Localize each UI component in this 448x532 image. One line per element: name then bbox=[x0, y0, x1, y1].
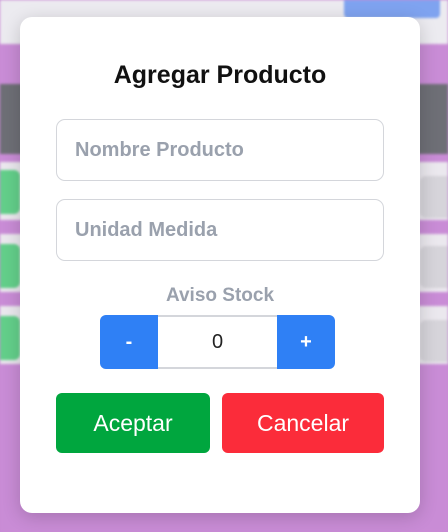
background-side-control bbox=[420, 246, 448, 288]
modal-title: Agregar Producto bbox=[113, 61, 327, 89]
accept-button[interactable]: Aceptar bbox=[56, 393, 210, 453]
product-name-input[interactable] bbox=[56, 119, 384, 181]
background-green-button bbox=[0, 316, 20, 360]
background-side-control bbox=[420, 176, 448, 218]
add-product-modal: Agregar Producto Aviso Stock - + Aceptar… bbox=[20, 17, 420, 513]
stock-quantity-input[interactable] bbox=[158, 315, 277, 369]
unit-measure-input[interactable] bbox=[56, 199, 384, 261]
background-green-button bbox=[0, 170, 20, 214]
increment-button[interactable]: + bbox=[277, 315, 335, 369]
decrement-button[interactable]: - bbox=[100, 315, 158, 369]
stock-alert-label: Aviso Stock bbox=[165, 285, 275, 306]
cancel-button[interactable]: Cancelar bbox=[222, 393, 384, 453]
background-button bbox=[344, 0, 440, 18]
background-side-control bbox=[420, 320, 448, 362]
background-green-button bbox=[0, 244, 20, 288]
